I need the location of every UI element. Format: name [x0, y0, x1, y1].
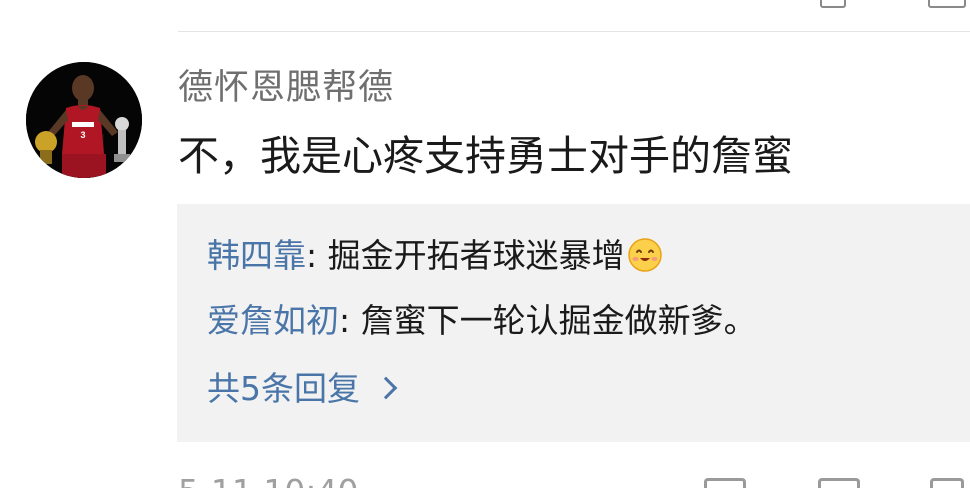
reply-icon[interactable] [818, 478, 860, 488]
reply-text: 詹蜜下一轮认掘金做新爹。 [360, 301, 757, 340]
user-avatar[interactable]: 3 [26, 62, 142, 178]
reply-item: 爱詹如初: 詹蜜下一轮认掘金做新爹。 [207, 299, 757, 343]
share-icon[interactable] [704, 478, 746, 488]
comment-text: 不，我是心疼支持勇士对手的詹蜜 [178, 132, 793, 180]
replies-preview[interactable]: 韩四靠: 掘金开拓者球迷暴增 爱詹如初: 詹蜜下一轮认掘金做新爹。 共5条回复 [177, 204, 970, 442]
comment-page: 3 德怀恩腮帮德 不，我是心疼支持勇士对手的詹蜜 韩四靠: 掘金开拓者球迷暴增 [0, 0, 970, 488]
chevron-right-icon [374, 376, 398, 400]
smiling-face-emoji-icon [627, 238, 662, 272]
comment-timestamp: 5-11 10:40 [178, 472, 359, 488]
reply-author[interactable]: 韩四靠 [207, 236, 306, 275]
share-icon-partial[interactable] [820, 0, 846, 8]
avatar-image: 3 [26, 62, 142, 178]
reply-item: 韩四靠: 掘金开拓者球迷暴增 [207, 234, 663, 278]
reply-separator: : [339, 301, 361, 340]
view-all-replies-link[interactable]: 共5条回复 [207, 367, 398, 411]
comment-username[interactable]: 德怀恩腮帮德 [178, 66, 394, 110]
comment-divider [178, 31, 970, 32]
reply-text: 掘金开拓者球迷暴增 [327, 236, 625, 275]
reply-separator: : [306, 236, 328, 275]
like-icon[interactable] [930, 478, 964, 488]
like-icon-partial[interactable] [928, 0, 966, 8]
svg-text:3: 3 [80, 130, 85, 140]
reply-author[interactable]: 爱詹如初 [207, 301, 339, 340]
view-all-replies-label: 共5条回复 [207, 369, 360, 408]
